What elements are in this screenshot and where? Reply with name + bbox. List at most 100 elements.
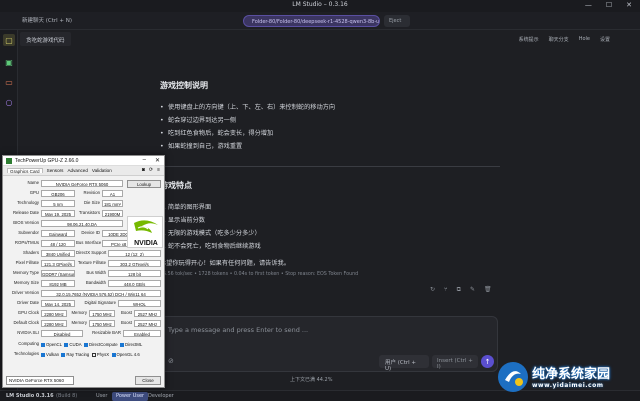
gpuz-title-bar: TechPowerUp GPU-Z 2.66.0 – ✕ — [3, 156, 164, 166]
signature-value: WHQL — [118, 300, 161, 307]
gpuz-tab-icons: ◙ ⟳ ≡ — [142, 167, 160, 173]
driver-version-row: Driver Version 32.0.15.7652 (NVIDIA 576.… — [3, 290, 164, 299]
cuda-checkbox — [64, 342, 69, 347]
rops-tmus-value: 48 / 120 — [41, 240, 75, 247]
message-actions: ↻ ⑂ ⧉ ✎ 🗑 — [430, 286, 492, 294]
user-role-button[interactable]: 用户 (Ctrl + U) — [379, 355, 429, 372]
features-list: 1. 简单的图形界面 2. 显示当前分数 3. 无限的游戏模式（吃多少分多少） … — [160, 201, 500, 253]
model-selector[interactable]: Folder-80/Folder-80/deepseek-r1-4528-qwe… — [243, 15, 380, 27]
gpuz-close-action-button[interactable]: Close — [135, 376, 161, 385]
send-icon[interactable]: ↑ — [481, 355, 494, 368]
label: Memory — [71, 320, 87, 325]
label: Subvendor — [18, 230, 39, 235]
search-icon[interactable]: ○ — [3, 96, 15, 108]
memory-type-value: GDDR7 (Samsung) — [41, 270, 75, 277]
label: Transistors — [78, 210, 100, 215]
opengl-checkbox — [111, 352, 116, 357]
message-composer: Type a message and press Enter to send .… — [159, 316, 498, 372]
edit-icon[interactable]: ✎ — [470, 286, 475, 294]
window-title: LM Studio – 0.3.16 — [292, 1, 348, 8]
gpu-clock-row: GPU Clock 2280 MHz Memory 1750 MHz Boost… — [3, 310, 164, 319]
gpuz-tabs: Graphics Card Sensors Advanced Validatio… — [3, 166, 164, 176]
watermark-url: www.yidaimei.com — [532, 382, 604, 389]
vulkan-label: Vulkan — [46, 352, 59, 357]
driver-date-value: May 14, 2025 — [41, 300, 75, 307]
device-select[interactable]: NVIDIA GeForce RTX 5060 — [6, 376, 74, 385]
mode-developer-button[interactable]: Developer — [144, 392, 178, 401]
label: Digital Signature — [84, 300, 116, 305]
maximize-button[interactable]: ☐ — [606, 1, 612, 9]
system-prompt-button[interactable]: 系统提示 — [519, 36, 539, 43]
copy-icon[interactable]: ⧉ — [457, 286, 461, 294]
branch-button[interactable]: 聊天分支 — [549, 36, 569, 43]
default-boost-value: 2527 MHz — [134, 320, 161, 327]
title-bar: LM Studio – 0.3.16 — ☐ ✕ — [0, 0, 640, 12]
close-button[interactable]: ✕ — [626, 1, 632, 9]
settings-button[interactable]: 设置 — [600, 36, 610, 43]
gpu-clock-value: 2280 MHz — [41, 310, 67, 317]
default-memory-clock-value: 1750 MHz — [89, 320, 115, 327]
tab-advanced[interactable]: Advanced — [67, 168, 87, 173]
label: Technologies — [13, 351, 39, 356]
technologies-row: Technologies Vulkan Ray Tracing PhysX Op… — [3, 351, 164, 360]
header-actions: 系统提示 聊天分支 Hole 设置 — [519, 36, 610, 43]
mode-power-user-button[interactable]: Power User — [112, 392, 149, 401]
tab-validation[interactable]: Validation — [92, 168, 112, 173]
insert-button[interactable]: Insert (Ctrl + I) — [432, 355, 478, 370]
subvendor-value: Gainward — [41, 230, 75, 237]
terminal-icon[interactable]: ▣ — [3, 56, 15, 68]
mode-user-button[interactable]: User — [92, 392, 111, 401]
new-chat-button[interactable]: 新建聊天 (Ctrl + N) — [22, 16, 72, 24]
branch-icon[interactable]: ⑂ — [444, 286, 448, 294]
label: Computing — [18, 341, 39, 346]
opencl-checkbox — [41, 342, 45, 347]
menu-icon[interactable]: ≡ — [157, 167, 160, 173]
lookup-button[interactable]: Lookup — [127, 180, 161, 188]
transistors-value: 21900M — [102, 210, 123, 217]
resizable-bar-value: Enabled — [123, 330, 161, 337]
tab-sensors[interactable]: Sensors — [47, 168, 64, 173]
boost-clock-value: 2527 MHz — [134, 310, 161, 317]
chat-icon[interactable]: ▢ — [3, 34, 15, 46]
hole-button[interactable]: Hole — [579, 36, 590, 43]
gpuz-minimize-button[interactable]: – — [143, 157, 146, 164]
folder-icon[interactable]: ▭ — [3, 76, 15, 88]
gpu-row: GPU GB206 Revision A1 — [3, 190, 164, 199]
gpuz-title: TechPowerUp GPU-Z 2.66.0 — [15, 158, 79, 164]
label: Driver Version — [12, 290, 39, 295]
tab-graphics-card[interactable]: Graphics Card — [7, 168, 43, 174]
section-title-controls: 游戏控制说明 — [160, 81, 208, 90]
delete-icon[interactable]: 🗑 — [484, 286, 492, 294]
list-item: 蛇会穿过边界到达另一侧 — [160, 114, 500, 127]
attach-icon[interactable]: ⊘ — [168, 357, 174, 365]
gpuz-close-button[interactable]: ✕ — [155, 157, 160, 164]
label: NVIDIA SLI — [17, 330, 39, 335]
label: Resizable BAR — [92, 330, 121, 335]
directx-value: 12 (12_2) — [108, 250, 161, 257]
eject-button[interactable]: Eject — [384, 15, 410, 27]
raytracing-checkbox — [61, 352, 66, 357]
minimize-button[interactable]: — — [585, 1, 592, 9]
technology-flags: Vulkan Ray Tracing PhysX OpenGL 4.6 — [41, 352, 140, 357]
sli-row: NVIDIA SLI Disabled Resizable BAR Enable… — [3, 330, 164, 339]
list-item: 1. 简单的图形界面 — [160, 204, 212, 211]
vulkan-checkbox — [41, 352, 45, 357]
refresh-icon[interactable]: ⟳ — [149, 167, 153, 173]
pixel-fillrate-value: 121.3 GPixel/s — [41, 260, 75, 267]
memory-size-row: Memory Size 8192 MB Bandwidth 448.0 GB/s — [3, 280, 164, 289]
section-title-features: 游戏特点 — [160, 181, 192, 190]
label: Bus Width — [86, 270, 106, 275]
computing-flags: OpenCL CUDA DirectCompute DirectML — [41, 342, 142, 347]
raytracing-label: Ray Tracing — [66, 352, 90, 357]
conversation-tab[interactable]: 贪吃蛇游戏代码 — [20, 32, 71, 46]
default-gpu-clock-value: 2280 MHz — [41, 320, 67, 327]
label: GPU Clock — [17, 310, 39, 315]
shaders-row: Shaders 3840 Unified DirectX Support 12 … — [3, 250, 164, 259]
sli-value: Disabled — [41, 330, 83, 337]
message-input[interactable]: Type a message and press Enter to send .… — [168, 326, 308, 334]
camera-icon[interactable]: ◙ — [142, 167, 145, 173]
release-date-value: May 19, 2025 — [41, 210, 75, 217]
label: Shaders — [22, 250, 39, 255]
regenerate-icon[interactable]: ↻ — [430, 286, 435, 294]
context-usage: 上下文已满 44.2% — [290, 377, 333, 383]
